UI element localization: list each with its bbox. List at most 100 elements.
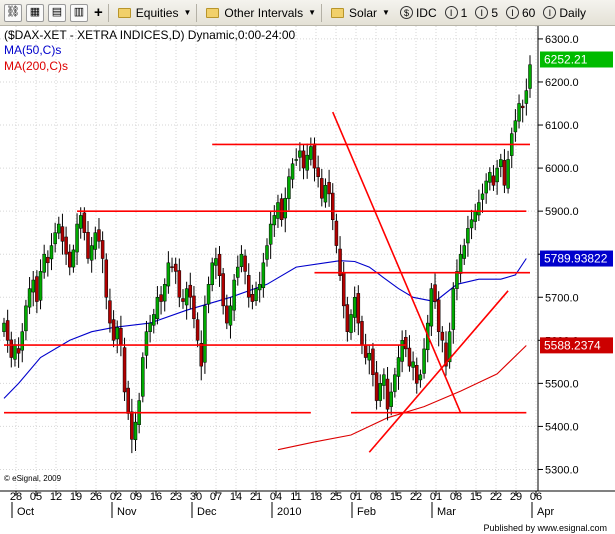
interval-60-icon[interactable]: I — [506, 6, 519, 19]
month-label: Feb — [357, 506, 376, 518]
candle-body — [57, 223, 61, 234]
candle-body — [341, 272, 346, 307]
search-icon[interactable]: $ — [399, 6, 413, 19]
x-tick-label: 28 — [10, 491, 22, 503]
x-tick-label: 30 — [190, 491, 202, 503]
candle-body — [155, 297, 160, 320]
month-label: Dec — [197, 506, 217, 518]
candle-body — [382, 374, 386, 386]
chevron-down-icon: ▼ — [308, 8, 317, 17]
x-tick-label: 06 — [530, 491, 542, 503]
candle-body — [246, 275, 251, 298]
candle-body — [473, 210, 477, 222]
candle-body — [49, 245, 54, 260]
properties-icon[interactable]: ▥ — [70, 3, 88, 22]
candle-body — [520, 105, 525, 109]
y-tick-label: 5500.0 — [545, 378, 579, 390]
month-label: Mar — [437, 506, 456, 518]
candle-body — [111, 319, 116, 341]
candle-body — [228, 305, 233, 326]
candle-body — [484, 180, 488, 194]
candle-body — [159, 294, 163, 302]
interval-daily-button[interactable]: Daily — [559, 6, 586, 20]
watermark: © eSignal, 2009 — [4, 474, 62, 483]
grid-icon[interactable]: ▦ — [26, 3, 44, 22]
candle-body — [130, 411, 134, 440]
y-tick-label: 5900.0 — [545, 206, 579, 218]
candle-body — [27, 288, 32, 308]
interval-daily-icon[interactable]: I — [543, 6, 557, 19]
candle-body — [327, 182, 331, 195]
x-tick-label: 05 — [30, 491, 42, 503]
candle-body — [345, 304, 350, 332]
candle-body — [122, 347, 127, 393]
candle-body — [374, 372, 379, 401]
candle-body — [93, 232, 98, 250]
price-chart: 5300.05400.05500.05600.05700.05800.05900… — [0, 26, 615, 534]
candle-body — [31, 279, 35, 293]
candle-body — [462, 245, 466, 259]
candle-body — [400, 340, 404, 362]
idc-button[interactable]: IDC — [416, 6, 437, 20]
interval-1-icon[interactable]: I — [444, 6, 458, 19]
candle-body — [24, 305, 28, 332]
candle-body — [188, 284, 193, 298]
link-icon[interactable]: ⛓ — [4, 3, 22, 22]
interval-5-icon[interactable]: I — [475, 6, 489, 19]
x-tick-label: 21 — [250, 491, 262, 503]
candle-body — [210, 262, 214, 286]
ma200-legend: MA(200,C)s — [4, 59, 68, 73]
chevron-down-icon: ▼ — [382, 8, 390, 17]
chart-icon[interactable]: ▤ — [48, 3, 66, 22]
candle-body — [170, 266, 174, 268]
candle-body — [360, 321, 364, 345]
candle-body — [257, 284, 262, 291]
candle-body — [411, 361, 415, 368]
candle-body — [199, 343, 203, 367]
ma200-price-badge-label: 5588.2374 — [544, 338, 601, 352]
candle-body — [42, 253, 46, 273]
interval-1-button[interactable]: 1 — [461, 6, 468, 20]
x-tick-label: 01 — [430, 491, 442, 503]
candle-body — [469, 219, 474, 229]
candle-body — [488, 172, 492, 183]
candle-body — [393, 374, 397, 392]
candle-body — [517, 103, 521, 122]
candle-body — [323, 185, 328, 203]
other-intervals-menu[interactable]: Other Intervals ▼ — [206, 6, 316, 20]
candle-body — [506, 159, 510, 189]
candle-body — [71, 249, 76, 268]
month-label: Nov — [117, 506, 137, 518]
candle-body — [480, 193, 485, 200]
solar-menu[interactable]: Solar ▼ — [331, 6, 390, 20]
candle-body — [415, 365, 419, 384]
candle-body — [206, 284, 211, 305]
x-tick-label: 08 — [370, 491, 382, 503]
candle-body — [239, 253, 244, 267]
candle-body — [16, 348, 21, 354]
candle-body — [243, 255, 247, 272]
add-icon[interactable]: + — [94, 4, 103, 21]
candle-body — [115, 327, 119, 340]
candle-body — [433, 284, 437, 302]
candle-body — [298, 150, 302, 158]
candle-body — [133, 421, 138, 441]
candle-body — [225, 305, 229, 324]
interval-5-button[interactable]: 5 — [491, 6, 498, 20]
candle-body — [418, 374, 423, 381]
y-tick-label: 6300.0 — [545, 34, 579, 46]
x-tick-label: 02 — [110, 491, 122, 503]
equities-menu[interactable]: Equities ▼ — [117, 6, 191, 20]
candle-body — [2, 322, 6, 332]
candle-body — [265, 245, 269, 260]
candle-body — [181, 298, 185, 302]
solar-label: Solar — [349, 5, 378, 20]
other-intervals-label: Other Intervals — [224, 5, 304, 20]
candle-body — [429, 288, 434, 327]
candle-body — [141, 357, 145, 397]
x-tick-label: 29 — [510, 491, 522, 503]
interval-60-button[interactable]: 60 — [522, 6, 535, 20]
candle-body — [290, 163, 295, 180]
candle-body — [250, 293, 255, 302]
candle-body — [455, 271, 459, 289]
